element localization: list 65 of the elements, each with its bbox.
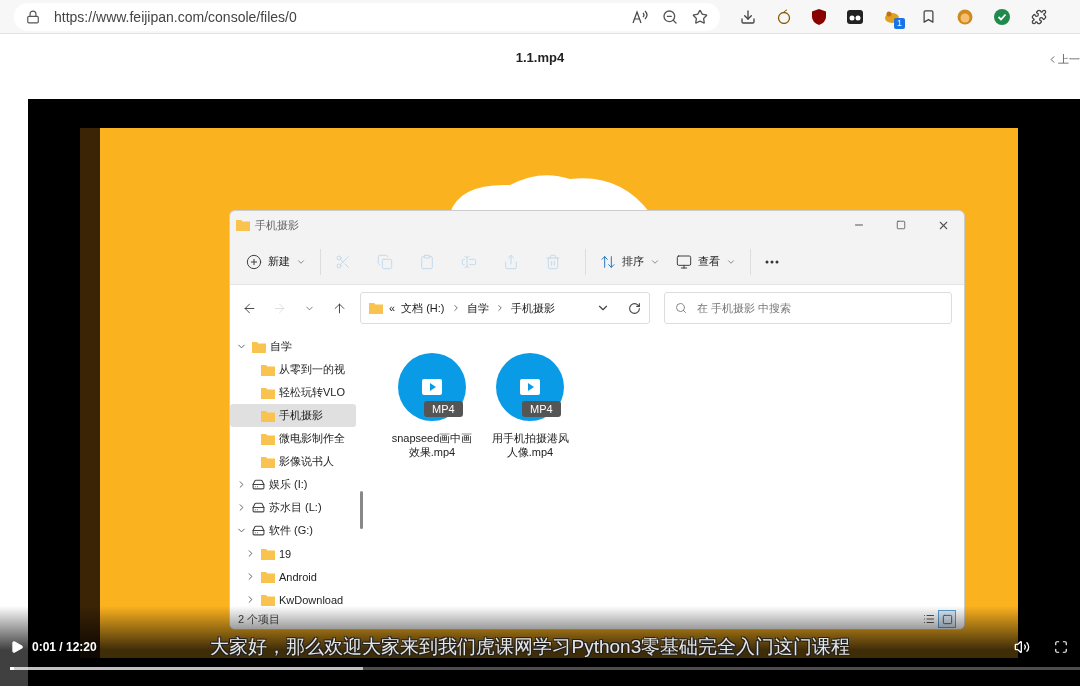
expand-icon[interactable] bbox=[236, 502, 247, 513]
play-icon[interactable] bbox=[10, 640, 24, 654]
new-button[interactable]: 新建 bbox=[240, 245, 312, 278]
folder-icon bbox=[261, 455, 275, 468]
tiles-view-icon[interactable] bbox=[938, 610, 956, 628]
folder-icon bbox=[252, 340, 266, 353]
apple-icon[interactable] bbox=[777, 9, 791, 24]
tree-item[interactable]: 自学 bbox=[230, 335, 356, 358]
folder-icon bbox=[261, 386, 275, 399]
lock-icon bbox=[26, 9, 40, 24]
path-field[interactable]: « 文档 (H:) 自学 手机摄影 bbox=[360, 292, 650, 324]
folder-icon bbox=[261, 547, 275, 560]
folder-icon bbox=[261, 570, 275, 583]
extension-badge: 1 bbox=[894, 17, 905, 29]
download-icon[interactable] bbox=[740, 8, 756, 25]
tree-item[interactable]: 软件 (G:) bbox=[230, 519, 356, 542]
drive-icon bbox=[252, 478, 265, 491]
refresh-icon[interactable] bbox=[628, 301, 641, 315]
file-item[interactable]: MP4 用手机拍摄港风人像.mp4 bbox=[488, 353, 572, 459]
scrollbar[interactable] bbox=[360, 491, 363, 529]
maximize-icon bbox=[896, 220, 906, 230]
zoom-out-icon[interactable] bbox=[662, 8, 678, 25]
video-title: 1.1.mp4 bbox=[515, 50, 565, 66]
breadcrumb[interactable]: 自学 bbox=[466, 300, 489, 316]
tree-item[interactable]: KwDownload bbox=[230, 588, 356, 609]
file-type-badge: MP4 bbox=[424, 401, 463, 417]
subtitle: 大家好，那么欢迎大家来到我们虎课网学习Python3零基础完全入门这门课程 bbox=[209, 635, 852, 659]
file-item[interactable]: MP4 snapseed画中画效果.mp4 bbox=[390, 353, 474, 459]
shield-icon[interactable] bbox=[812, 8, 826, 25]
tree-item[interactable]: 微电影制作全 bbox=[230, 427, 356, 450]
tree-item[interactable]: 影像说书人 bbox=[230, 450, 356, 473]
drive-icon bbox=[252, 501, 265, 514]
tree-item[interactable]: 苏水目 (L:) bbox=[230, 496, 356, 519]
sort-button[interactable]: 排序 bbox=[594, 245, 666, 278]
address-bar[interactable]: https://www.feijipan.com/console/files/0 bbox=[14, 2, 720, 31]
file-type-badge: MP4 bbox=[522, 401, 561, 417]
folder-icon bbox=[261, 432, 275, 445]
extensions-icon[interactable] bbox=[1031, 8, 1047, 25]
folder-icon bbox=[261, 409, 275, 422]
drive-icon bbox=[252, 524, 265, 537]
read-aloud-icon[interactable] bbox=[632, 9, 648, 24]
progress-bar[interactable] bbox=[10, 667, 1080, 670]
bookmark-icon[interactable] bbox=[921, 9, 936, 24]
window-title: 手机摄影 bbox=[255, 217, 299, 233]
tree-item[interactable]: 从零到一的视 bbox=[230, 358, 356, 381]
previous-link[interactable]: 上一 bbox=[1047, 52, 1080, 67]
tree-item[interactable]: 19 bbox=[230, 542, 356, 565]
breadcrumb[interactable]: 文档 (H:) bbox=[401, 300, 445, 316]
tree-item[interactable]: 手机摄影 bbox=[230, 404, 356, 427]
overflow-crumb[interactable]: « bbox=[389, 302, 396, 314]
folder-icon bbox=[236, 219, 250, 231]
fullscreen-icon[interactable] bbox=[1054, 640, 1068, 654]
breadcrumb[interactable]: 手机摄影 bbox=[510, 300, 555, 316]
view-button[interactable]: 查看 bbox=[670, 245, 742, 278]
folder-icon bbox=[369, 302, 383, 314]
time-display: 0:01 / 12:20 bbox=[32, 640, 97, 654]
item-count: 2 个项目 bbox=[238, 611, 281, 627]
tree-item[interactable]: Android bbox=[230, 565, 356, 588]
check-circle-icon[interactable] bbox=[994, 8, 1010, 25]
favorite-icon[interactable] bbox=[692, 8, 708, 25]
tree-item[interactable]: 娱乐 (I:) bbox=[230, 473, 356, 496]
tree-item[interactable]: 轻松玩转VLO bbox=[230, 381, 356, 404]
volume-icon[interactable] bbox=[1014, 639, 1030, 655]
search-field[interactable]: 在 手机摄影 中搜索 bbox=[664, 292, 952, 324]
folder-icon bbox=[261, 363, 275, 376]
